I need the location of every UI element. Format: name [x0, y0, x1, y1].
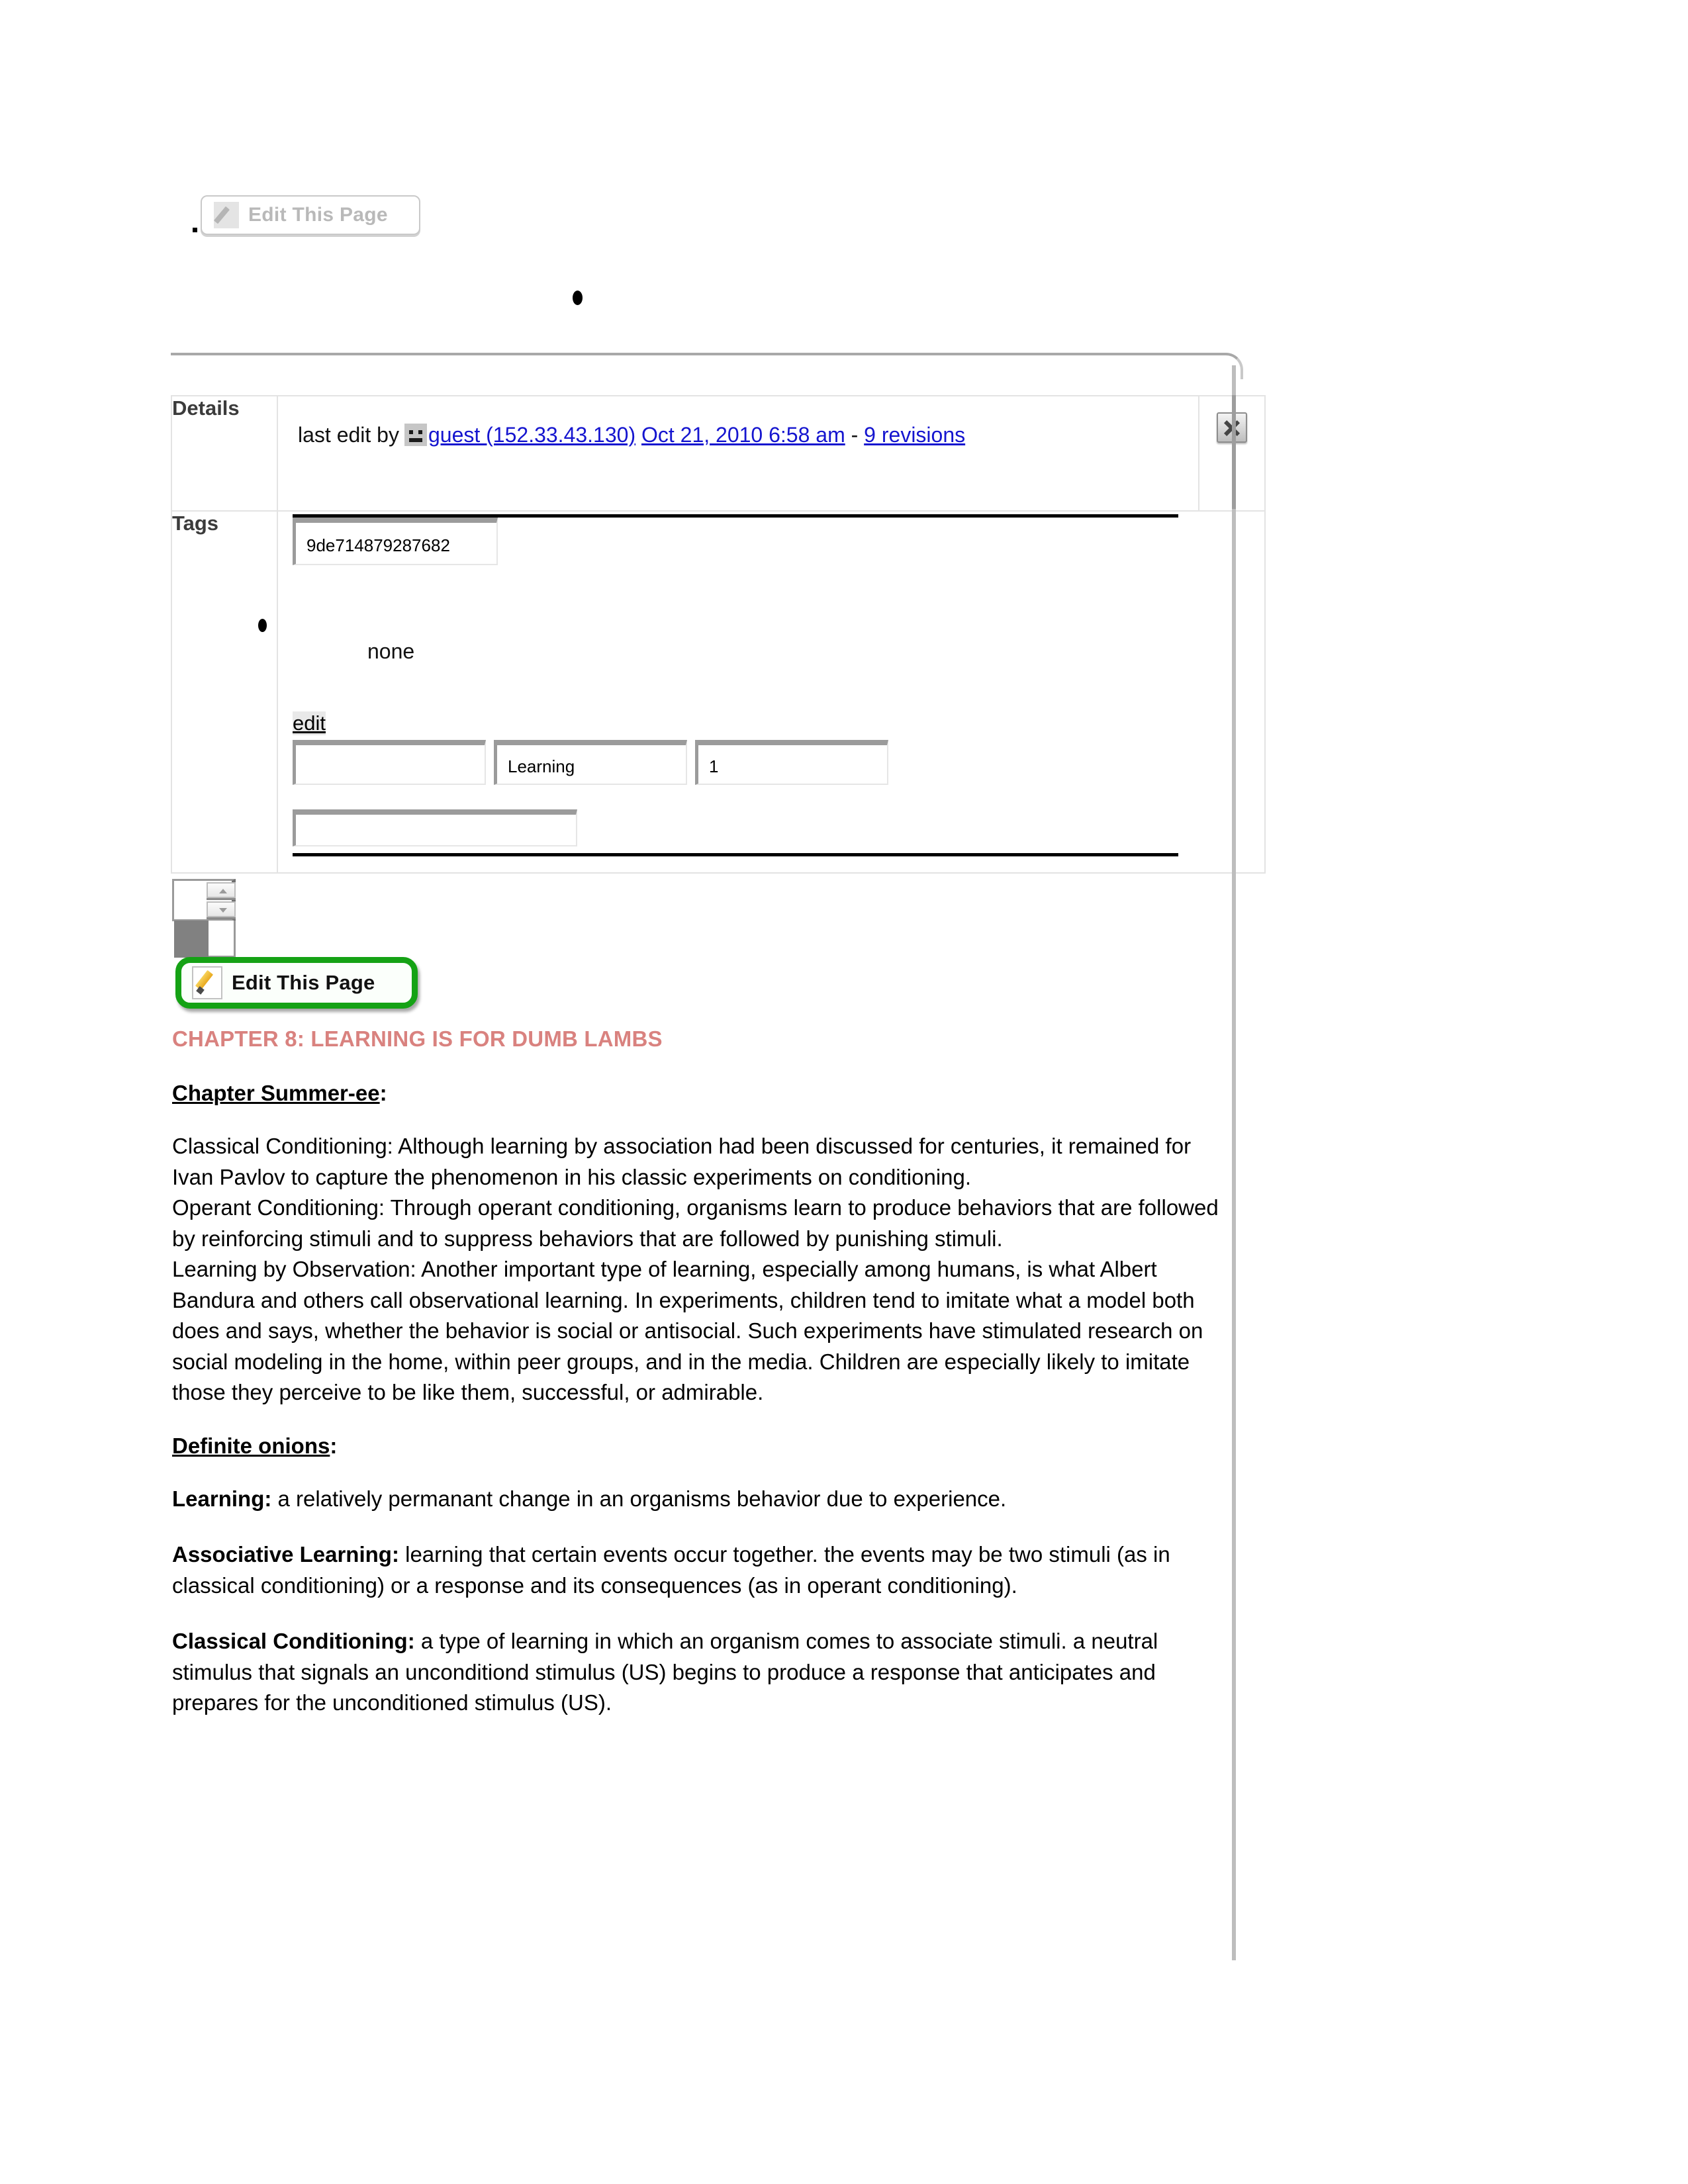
tag-blank-field-2[interactable] [293, 809, 577, 846]
edit-this-page-button[interactable]: Edit This Page [175, 957, 418, 1009]
edit-this-page-button-disabled[interactable]: Edit This Page [201, 195, 420, 235]
caret-up-icon[interactable] [207, 882, 236, 898]
page-title: CHAPTER 8: LEARNING IS FOR DUMB LAMBS [172, 1026, 663, 1051]
details-value-cell: last edit by guest (152.33.43.130) Oct 21… [277, 395, 1199, 512]
last-edit-prefix: last edit by [298, 423, 399, 447]
definitions-heading-text: Definite onions [172, 1433, 330, 1458]
tag-name-field[interactable] [494, 740, 687, 785]
details-label-cell: Details [171, 395, 278, 512]
caret-down-icon[interactable] [207, 901, 236, 917]
details-row: Details last edit by guest (152.33.43.130… [171, 395, 1266, 512]
bullet-marker [193, 228, 197, 232]
definition-item: Associative Learning: learning that cert… [172, 1539, 1225, 1601]
details-label: Details [172, 396, 240, 420]
definition-term: Classical Conditioning: [172, 1629, 415, 1654]
page-info-table: Details last edit by guest (152.33.43.130… [171, 395, 1266, 874]
definition-item: Classical Conditioning: a type of learni… [172, 1626, 1225, 1719]
tags-none-text: none [367, 639, 415, 663]
tags-row: Tags none edit [171, 510, 1266, 874]
page-right-rule-top [1232, 395, 1236, 509]
tag-fields-row [293, 740, 888, 785]
spinner-fill [174, 921, 209, 958]
article-body: CHAPTER 8: LEARNING IS FOR DUMB LAMBS Ch… [172, 1026, 1225, 1744]
timestamp-link[interactable]: Oct 21, 2010 6:58 am [641, 423, 845, 447]
tags-bullet [258, 619, 267, 632]
guest-avatar-icon [404, 424, 427, 446]
edit-this-page-label: Edit This Page [232, 971, 375, 994]
summary-paragraph: Classical Conditioning: Although learnin… [172, 1134, 1219, 1405]
tags-value-cell: none edit [258, 510, 1266, 874]
definition-item: Learning: a relatively permanant change … [172, 1484, 1225, 1515]
link-separator: - [851, 423, 859, 447]
panel-top-rule [171, 353, 1243, 379]
top-toolbar: Edit This Page [201, 195, 426, 236]
list-bullet [573, 291, 583, 305]
edit-this-page-label: Edit This Page [248, 204, 388, 226]
definition-text: a relatively permanant change in an orga… [271, 1486, 1007, 1511]
summary-heading-colon: : [379, 1081, 387, 1105]
summary-heading: Chapter Summer-ee: [172, 1081, 1225, 1106]
tag-count-field[interactable] [695, 740, 888, 785]
definition-term: Associative Learning: [172, 1542, 399, 1567]
definitions-heading-colon: : [330, 1433, 338, 1458]
pencil-icon [192, 966, 222, 999]
tag-blank-field-1[interactable] [293, 740, 486, 785]
spinner-fill-right [209, 921, 236, 958]
definitions-heading: Definite onions: [172, 1433, 1225, 1459]
tags-label-cell: Tags [171, 510, 278, 874]
page-right-rule [1232, 365, 1236, 1960]
definitions-list: Learning: a relatively permanant change … [172, 1484, 1225, 1719]
number-spinner[interactable] [172, 879, 238, 958]
tags-label: Tags [172, 512, 219, 535]
revisions-link[interactable]: 9 revisions [864, 423, 965, 447]
pencil-icon [214, 202, 239, 228]
definition-term: Learning: [172, 1486, 272, 1511]
author-link[interactable]: guest (152.33.43.130) [428, 423, 635, 447]
tags-bottom-rule [293, 853, 1178, 856]
last-edit-line: last edit by guest (152.33.43.130) Oct 21… [278, 396, 1198, 448]
page-id-field[interactable] [293, 518, 498, 565]
tags-edit-link[interactable]: edit [293, 711, 326, 735]
summary-heading-text: Chapter Summer-ee [172, 1081, 380, 1105]
